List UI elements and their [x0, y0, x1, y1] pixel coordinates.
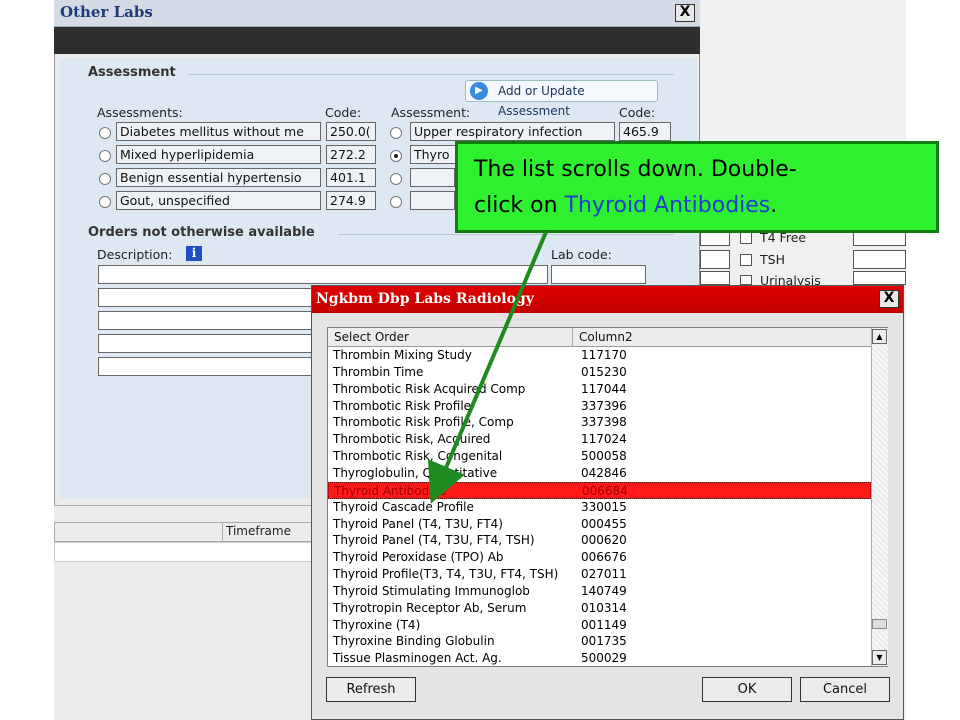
- arrow-line: [427, 231, 548, 504]
- callout-arrow: [427, 231, 548, 504]
